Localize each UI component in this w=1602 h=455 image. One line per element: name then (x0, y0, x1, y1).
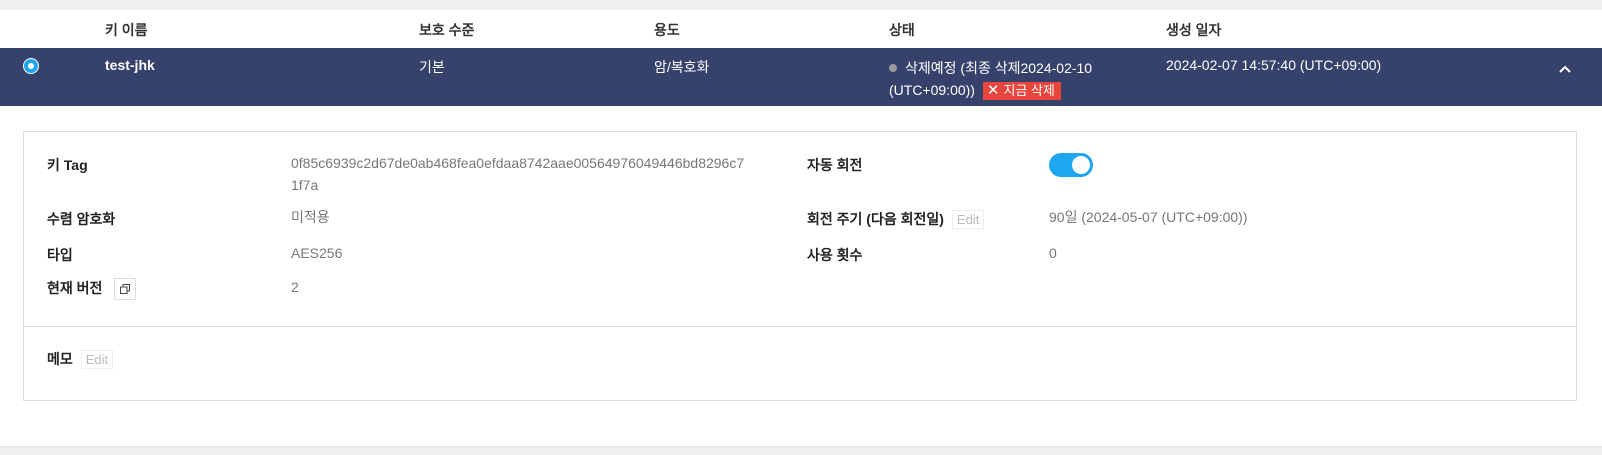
auto-rotation-toggle[interactable] (1049, 153, 1093, 177)
header-purpose[interactable]: 용도 (654, 20, 680, 40)
key-name: test-jhk (105, 57, 155, 73)
close-icon: ✕ (986, 82, 1000, 99)
copy-icon (120, 284, 131, 295)
usage-count-label: 사용 횟수 (807, 247, 863, 263)
chevron-up-icon[interactable] (1558, 62, 1572, 76)
key-tag-value-line1: 0f85c6939c2d67de0ab468fea0efdaa8742aae00… (291, 155, 745, 171)
delete-now-button[interactable]: ✕ 지금 삭제 (982, 82, 1061, 100)
protection-level: 기본 (419, 59, 445, 75)
key-tag-value-line2: 1f7a (291, 177, 319, 193)
header-key-name[interactable]: 키 이름 (105, 20, 148, 40)
key-tag-value: 0f85c6939c2d67de0ab468fea0efdaa8742aae00… (291, 152, 744, 196)
created-date: 2024-02-07 14:57:40 (UTC+09:00) (1166, 57, 1382, 73)
table-row[interactable]: test-jhk 기본 암/복호화 삭제예정 (최종 삭제2024-02-10 … (0, 48, 1602, 106)
rotation-period-label: 회전 주기 (다음 회전일) (807, 211, 944, 227)
header-protection[interactable]: 보호 수준 (419, 20, 474, 40)
rotation-period-row: 회전 주기 (다음 회전일) Edit (807, 209, 985, 229)
status-dot-icon (889, 64, 897, 72)
key-tag-label: 키 Tag (47, 157, 88, 173)
rotation-period-value: 90일 (2024-05-07 (UTC+09:00)) (1049, 209, 1248, 225)
detail-panel: 키 Tag 0f85c6939c2d67de0ab468fea0efdaa874… (23, 131, 1577, 401)
version-label: 현재 버전 (47, 280, 103, 296)
version-row: 현재 버전 (47, 278, 137, 301)
type-label: 타입 (47, 247, 73, 263)
auto-rotation-label: 자동 회전 (807, 157, 863, 173)
memo-row: 메모 Edit (47, 349, 114, 369)
row-radio[interactable] (23, 58, 39, 74)
status-cell: 삭제예정 (최종 삭제2024-02-10 (UTC+09:00)) ✕ 지금 삭… (889, 57, 1129, 101)
header-status[interactable]: 상태 (889, 20, 915, 40)
version-value: 2 (291, 279, 299, 295)
rotation-edit-button[interactable]: Edit (951, 210, 985, 229)
memo-label: 메모 (47, 351, 73, 367)
type-value: AES256 (291, 245, 343, 261)
status-text-2: (UTC+09:00)) (889, 82, 975, 98)
convergence-value: 미적용 (291, 209, 330, 225)
table-header: 키 이름 보호 수준 용도 상태 생성 일자 (0, 10, 1602, 48)
divider (24, 326, 1576, 327)
memo-edit-button[interactable]: Edit (80, 350, 114, 369)
purpose: 암/복호화 (654, 59, 710, 75)
top-strip (0, 0, 1602, 10)
delete-now-label: 지금 삭제 (1003, 83, 1055, 98)
convergence-label: 수렴 암호화 (47, 211, 116, 227)
status-text-1: 삭제예정 (최종 삭제2024-02-10 (905, 60, 1093, 76)
usage-count-value: 0 (1049, 245, 1057, 261)
header-created[interactable]: 생성 일자 (1166, 20, 1221, 40)
copy-button[interactable] (114, 278, 137, 301)
